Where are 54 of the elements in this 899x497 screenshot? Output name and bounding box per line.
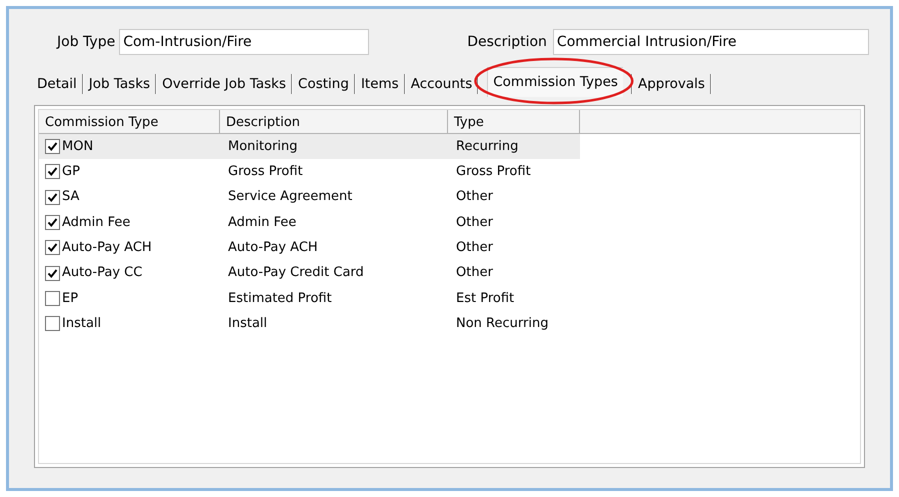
checkbox[interactable] [45, 290, 60, 306]
table-cell-text: Other [455, 239, 494, 258]
table-cell-text: GP [62, 163, 80, 182]
table-cell-text: Auto-Pay ACH [62, 239, 152, 258]
checkmark-icon [47, 166, 58, 178]
tab[interactable]: Approvals [632, 71, 710, 97]
tab[interactable]: Costing [293, 71, 354, 97]
table-cell-text: Service Agreement [227, 188, 354, 206]
checkmark-icon [47, 242, 58, 254]
checkbox[interactable] [45, 164, 60, 180]
checkbox[interactable] [45, 215, 60, 230]
table-cell-text: Estimated Profit [227, 290, 333, 308]
checkmark-icon [47, 141, 58, 152]
table-cell-text: Auto-Pay Credit Card [227, 264, 365, 282]
checkbox[interactable] [45, 266, 60, 281]
table-cell-text: Est Profit [455, 290, 516, 308]
job-type-field[interactable]: Com-Intrusion/Fire [119, 29, 370, 55]
table-cell-text: Gross Profit [227, 163, 304, 182]
table-cell-text: Admin Fee [62, 214, 130, 232]
checkbox[interactable] [45, 139, 60, 154]
table-cell-text: Auto-Pay ACH [227, 239, 319, 258]
checkmark-icon [47, 268, 58, 279]
field-label: Job Type [57, 32, 116, 52]
table-cell-text: Other [455, 214, 494, 232]
checkbox[interactable] [45, 190, 60, 205]
tab[interactable]: Detail [32, 71, 82, 97]
table-cell-text: Monitoring [227, 138, 299, 156]
tab[interactable]: Commission Types [487, 67, 623, 97]
checkmark-icon [47, 217, 58, 228]
table-cell-text: SA [62, 188, 80, 206]
table-cell-text: Gross Profit [455, 163, 532, 182]
checkmark-icon [47, 192, 58, 203]
table-cell-text: Other [455, 188, 494, 206]
field-label: Description [467, 32, 547, 52]
table-cell-text: Other [455, 264, 494, 282]
tab[interactable]: Items [356, 71, 404, 97]
table-cell-text: Non Recurring [455, 314, 550, 333]
table-cell-text: Recurring [455, 138, 520, 156]
column-header[interactable]: Type [448, 110, 580, 133]
table-cell-text: Auto-Pay CC [62, 264, 142, 282]
tab[interactable]: Job Tasks [84, 71, 156, 97]
table-row[interactable]: MON Monitoring Recurring [39, 134, 580, 160]
checkbox[interactable] [45, 316, 60, 332]
tab[interactable]: Override Job Tasks [157, 71, 292, 97]
table-cell-text: EP [62, 290, 78, 308]
table-cell-text: MON [62, 138, 94, 156]
table-cell-text: Install [227, 314, 268, 333]
table-cell-text: Install [62, 314, 102, 333]
column-header[interactable]: Commission Type [39, 110, 220, 133]
tab[interactable]: Accounts [406, 71, 478, 97]
checkbox[interactable] [45, 240, 60, 256]
column-header[interactable]: Description [220, 110, 448, 133]
description-field[interactable]: Commercial Intrusion/Fire [552, 29, 869, 55]
table-cell-text: Admin Fee [227, 214, 298, 232]
